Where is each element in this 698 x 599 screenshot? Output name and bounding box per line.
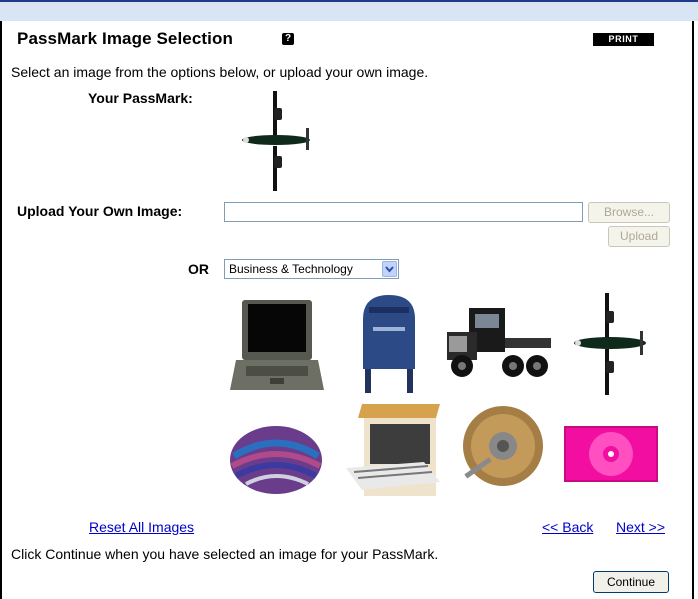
gallery-image-semi-truck[interactable]: [447, 300, 552, 382]
category-select[interactable]: Business & Technology: [224, 259, 399, 279]
browse-button[interactable]: Browse...: [588, 202, 670, 223]
gallery-image-dishwasher[interactable]: [344, 402, 444, 502]
gallery-image-mailbox[interactable]: [355, 291, 423, 396]
passmark-preview-image: [242, 91, 310, 191]
gallery-image-yarn[interactable]: [226, 420, 326, 500]
footer-instruction: Click Continue when you have selected an…: [11, 546, 439, 562]
gallery-image-wire-brush[interactable]: [449, 402, 549, 494]
upload-file-input[interactable]: [224, 202, 583, 222]
gallery-image-airplane[interactable]: [570, 291, 660, 399]
top-band: [0, 0, 698, 21]
gallery-image-laptop[interactable]: [228, 294, 326, 394]
help-icon[interactable]: ?: [282, 33, 294, 45]
instruction-text: Select an image from the options below, …: [11, 64, 429, 80]
or-label: OR: [188, 261, 209, 277]
your-passmark-label: Your PassMark:: [88, 90, 193, 106]
gallery-image-cd-case[interactable]: [561, 423, 661, 485]
next-link[interactable]: Next >>: [616, 519, 665, 535]
continue-button[interactable]: Continue: [593, 571, 669, 593]
upload-button[interactable]: Upload: [608, 226, 670, 247]
back-link[interactable]: << Back: [542, 519, 593, 535]
print-button[interactable]: PRINT: [593, 33, 654, 46]
page-title: PassMark Image Selection: [17, 29, 233, 48]
chevron-down-icon[interactable]: [382, 261, 397, 277]
category-selected-value: Business & Technology: [229, 262, 353, 276]
upload-label: Upload Your Own Image:: [17, 203, 183, 219]
reset-all-images-link[interactable]: Reset All Images: [89, 519, 194, 535]
